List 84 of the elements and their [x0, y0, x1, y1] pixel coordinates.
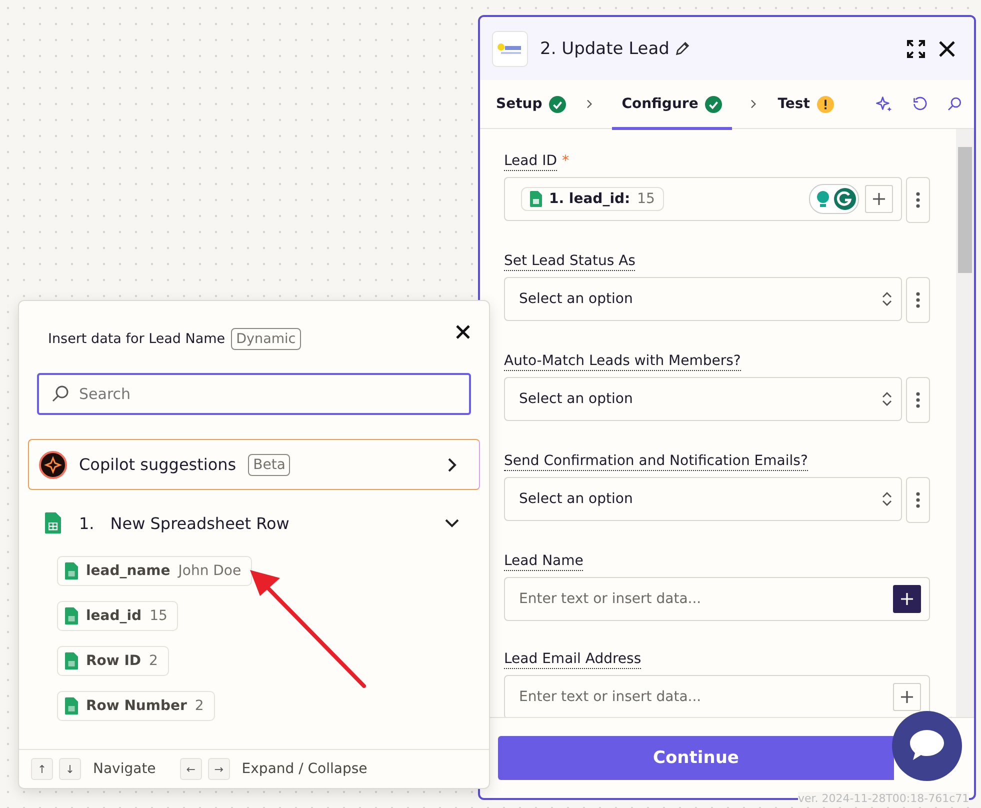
vertical-dots-icon [916, 492, 920, 508]
step-number: 1. [79, 514, 94, 532]
search-icon [51, 385, 69, 403]
dynamic-badge: Dynamic [231, 328, 301, 350]
select-field[interactable]: Select an option [504, 477, 902, 521]
input-field[interactable]: Enter text or insert data... [504, 675, 930, 717]
spreadsheet-icon [65, 607, 78, 625]
copilot-suggestions-row[interactable]: Copilot suggestions Beta [28, 439, 480, 490]
field-value: 15 [150, 608, 168, 624]
field-name: Row Number [86, 698, 187, 714]
field-label: Set Lead Status As [504, 253, 636, 271]
token-label: 1. lead_id: [549, 191, 630, 207]
continue-button[interactable]: Continue [498, 736, 894, 780]
shortcut-hint: Expand / Collapse [242, 761, 368, 777]
chevron-right-icon [447, 456, 457, 472]
spreadsheet-icon [65, 697, 78, 715]
chevron-icon [750, 97, 758, 111]
input-field[interactable]: 1. lead_id: 15 [504, 177, 902, 221]
keyboard-key: ↑ [31, 758, 53, 780]
copilot-label: Copilot suggestions [79, 455, 236, 474]
plus-icon [872, 192, 886, 206]
field-label: Auto-Match Leads with Members? [504, 353, 741, 371]
spreadsheet-icon [65, 562, 78, 580]
data-field-chip[interactable]: Row ID 2 [57, 646, 169, 676]
vertical-dots-icon [916, 192, 920, 208]
section-header[interactable]: 1. New Spreadsheet Row [19, 500, 489, 546]
section-title: New Spreadsheet Row [110, 514, 290, 532]
app-logo-icon [492, 30, 528, 66]
popup-title: Insert data for Lead Name [48, 331, 226, 347]
data-field-chip[interactable]: lead_name John Doe [57, 556, 252, 586]
step-tab[interactable]: Setup [494, 82, 568, 130]
field-label: Send Confirmation and Notification Emails? [504, 453, 808, 471]
spreadsheet-icon [45, 511, 61, 535]
field-name: Row ID [86, 653, 142, 669]
select-field[interactable]: Select an option [504, 377, 902, 421]
keyboard-key: ← [180, 758, 202, 780]
field-name: lead_id [86, 608, 142, 624]
data-field-chip[interactable]: Row Number 2 [57, 691, 215, 721]
step-title: 2. Update Lead [540, 38, 670, 58]
step-tab[interactable]: Configure [612, 82, 732, 130]
up-down-chevron-icon [881, 291, 893, 307]
up-down-chevron-icon [881, 491, 893, 507]
vertical-dots-icon [916, 392, 920, 408]
chevron-icon [586, 97, 594, 111]
field-label: Lead Email Address [504, 651, 642, 669]
field-value: 2 [149, 653, 158, 669]
sparkle-circle-icon [39, 450, 67, 478]
vertical-dots-icon [916, 292, 920, 308]
close-icon[interactable] [455, 324, 471, 340]
keyboard-key: ↓ [59, 758, 81, 780]
more-options-button[interactable] [906, 277, 930, 323]
add-data-button[interactable] [893, 585, 921, 613]
spreadsheet-icon [65, 652, 78, 670]
shortcut-hint: Navigate [93, 761, 156, 777]
plus-icon [900, 592, 914, 606]
keyboard-key: → [208, 758, 230, 780]
field-value: 2 [194, 698, 204, 714]
select-field[interactable]: Select an option [504, 277, 902, 321]
beta-badge: Beta [248, 454, 290, 476]
data-token[interactable]: 1. lead_id: 15 [521, 187, 664, 211]
more-options-button[interactable] [906, 177, 930, 223]
data-field-chip[interactable]: lead_id 15 [57, 601, 178, 631]
chevron-down-icon [444, 518, 460, 528]
version-label: ver. 2024-11-28T00:18-761c71 [798, 792, 970, 805]
required-mark: * [562, 153, 569, 171]
search-input[interactable]: Search [77, 384, 457, 404]
field-name: lead_name [86, 563, 170, 579]
input-field[interactable]: Enter text or insert data... [504, 577, 930, 621]
expand-icon[interactable] [906, 38, 926, 58]
spreadsheet-icon [530, 191, 542, 207]
more-options-button[interactable] [906, 377, 930, 423]
search-field[interactable]: Search [37, 373, 471, 415]
token-value: 15 [637, 191, 655, 207]
up-down-chevron-icon [881, 391, 893, 407]
more-options-button[interactable] [906, 477, 930, 523]
scrollbar[interactable] [956, 129, 974, 717]
field-label: Lead ID [504, 153, 557, 171]
close-icon[interactable] [938, 40, 956, 58]
edit-icon[interactable] [675, 41, 690, 56]
step-tab[interactable]: Test [776, 82, 836, 130]
field-value: John Doe [178, 563, 242, 579]
grammarly-widget-icon[interactable] [809, 184, 859, 214]
plus-icon [900, 690, 914, 704]
field-label: Lead Name [504, 553, 584, 571]
